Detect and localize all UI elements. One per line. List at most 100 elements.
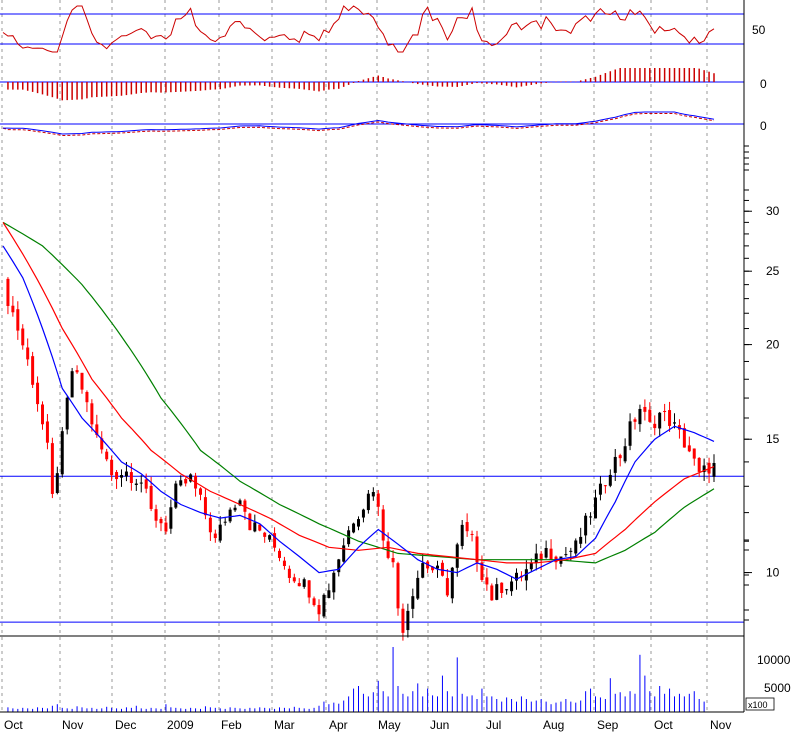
candle-body bbox=[371, 492, 375, 497]
candle-body bbox=[302, 579, 306, 587]
month-label-oct-2: Oct bbox=[654, 718, 673, 732]
candle-body bbox=[357, 519, 360, 527]
candle-body bbox=[115, 472, 119, 480]
candle-body bbox=[287, 568, 291, 578]
month-label-aug: Aug bbox=[543, 718, 564, 732]
candle-body bbox=[6, 278, 10, 306]
chart-stage: 50 0 0 30 25 20 15 10 10000 5000 x100 Oc… bbox=[0, 0, 800, 734]
candle-body bbox=[668, 410, 672, 426]
candle-body bbox=[307, 580, 311, 598]
candle-body bbox=[465, 522, 469, 532]
chart-background bbox=[0, 0, 800, 734]
signal-tick-label-0: 0 bbox=[760, 119, 767, 133]
price-tick-label: 25 bbox=[766, 264, 780, 278]
candle-body bbox=[218, 524, 222, 541]
candle-body bbox=[120, 475, 123, 478]
candle-body bbox=[90, 403, 94, 425]
month-label-mar: Mar bbox=[274, 718, 295, 732]
candle-body bbox=[633, 419, 637, 422]
candle-body bbox=[594, 497, 597, 519]
month-label-2009: 2009 bbox=[167, 718, 194, 732]
candle-body bbox=[208, 517, 212, 533]
price-tick-label: 15 bbox=[766, 432, 780, 446]
price-tick-label: 30 bbox=[766, 204, 780, 218]
candle-body bbox=[322, 594, 326, 617]
candle-body bbox=[253, 522, 257, 532]
candle-body bbox=[623, 446, 627, 462]
candle-body bbox=[26, 347, 30, 360]
candle-body bbox=[455, 544, 459, 568]
candle-body bbox=[648, 409, 652, 422]
candle-body bbox=[406, 610, 410, 631]
candle-body bbox=[505, 589, 509, 591]
candle-body bbox=[45, 421, 49, 443]
candle-body bbox=[391, 558, 395, 563]
candle-body bbox=[361, 509, 365, 518]
candle-body bbox=[460, 524, 464, 546]
candle-body bbox=[598, 483, 602, 495]
candle-body bbox=[55, 473, 59, 493]
candle-body bbox=[144, 479, 148, 489]
candle-body bbox=[327, 590, 331, 598]
candle-body bbox=[658, 412, 662, 429]
candle-body bbox=[332, 572, 336, 593]
candle-body bbox=[643, 406, 647, 412]
candle-body bbox=[233, 507, 237, 511]
candle-body bbox=[164, 522, 168, 532]
candle-body bbox=[203, 497, 207, 516]
candle-body bbox=[60, 431, 64, 475]
month-label-feb: Feb bbox=[221, 718, 242, 732]
candle-body bbox=[223, 521, 227, 523]
candle-body bbox=[312, 598, 316, 606]
candle-body bbox=[16, 309, 20, 331]
candle-body bbox=[613, 456, 617, 473]
month-label-nov-2: Nov bbox=[710, 718, 731, 732]
candle-body bbox=[618, 455, 622, 459]
candle-body bbox=[574, 540, 578, 554]
candle-body bbox=[579, 536, 583, 544]
candle-body bbox=[470, 533, 474, 535]
candle-body bbox=[11, 305, 15, 313]
month-label-jul: Jul bbox=[486, 718, 501, 732]
candle-body bbox=[110, 459, 114, 476]
candle-body bbox=[569, 550, 573, 552]
candle-body bbox=[263, 532, 267, 537]
candle-body bbox=[317, 605, 321, 615]
candle-body bbox=[248, 513, 252, 531]
candle-body bbox=[105, 451, 109, 460]
month-label-may: May bbox=[378, 718, 401, 732]
candle-body bbox=[544, 548, 548, 558]
candle-body bbox=[366, 493, 370, 511]
candle-body bbox=[65, 397, 69, 430]
candle-body bbox=[36, 382, 40, 405]
candle-body bbox=[174, 483, 178, 508]
candle-body bbox=[154, 509, 158, 521]
volume-tick-label-5000: 5000 bbox=[764, 681, 791, 695]
volume-tick-label-10000: 10000 bbox=[757, 653, 791, 667]
candle-body bbox=[421, 563, 425, 578]
candle-body bbox=[608, 474, 612, 486]
candle-body bbox=[50, 443, 54, 494]
candle-body bbox=[653, 423, 657, 429]
candle-body bbox=[352, 523, 356, 533]
candle-body bbox=[549, 548, 553, 560]
candle-body bbox=[673, 422, 676, 424]
candle-body bbox=[268, 535, 272, 540]
candle-body bbox=[692, 448, 696, 459]
candle-body bbox=[712, 462, 716, 477]
candle-body bbox=[179, 480, 183, 486]
price-tick-label: 20 bbox=[766, 338, 780, 352]
candle-body bbox=[687, 445, 691, 452]
candle-body bbox=[529, 562, 533, 570]
candle-body bbox=[564, 554, 568, 556]
candle-body bbox=[663, 410, 667, 412]
candle-body bbox=[199, 488, 202, 495]
candle-body bbox=[485, 577, 489, 585]
stock-chart: 50 0 0 30 25 20 15 10 10000 5000 x100 Oc… bbox=[0, 0, 800, 734]
candle-body bbox=[80, 372, 84, 390]
candle-body bbox=[337, 559, 341, 573]
candle-body bbox=[21, 328, 25, 346]
candle-body bbox=[85, 391, 89, 403]
month-label-jun: Jun bbox=[430, 718, 449, 732]
candle-body bbox=[31, 356, 35, 385]
